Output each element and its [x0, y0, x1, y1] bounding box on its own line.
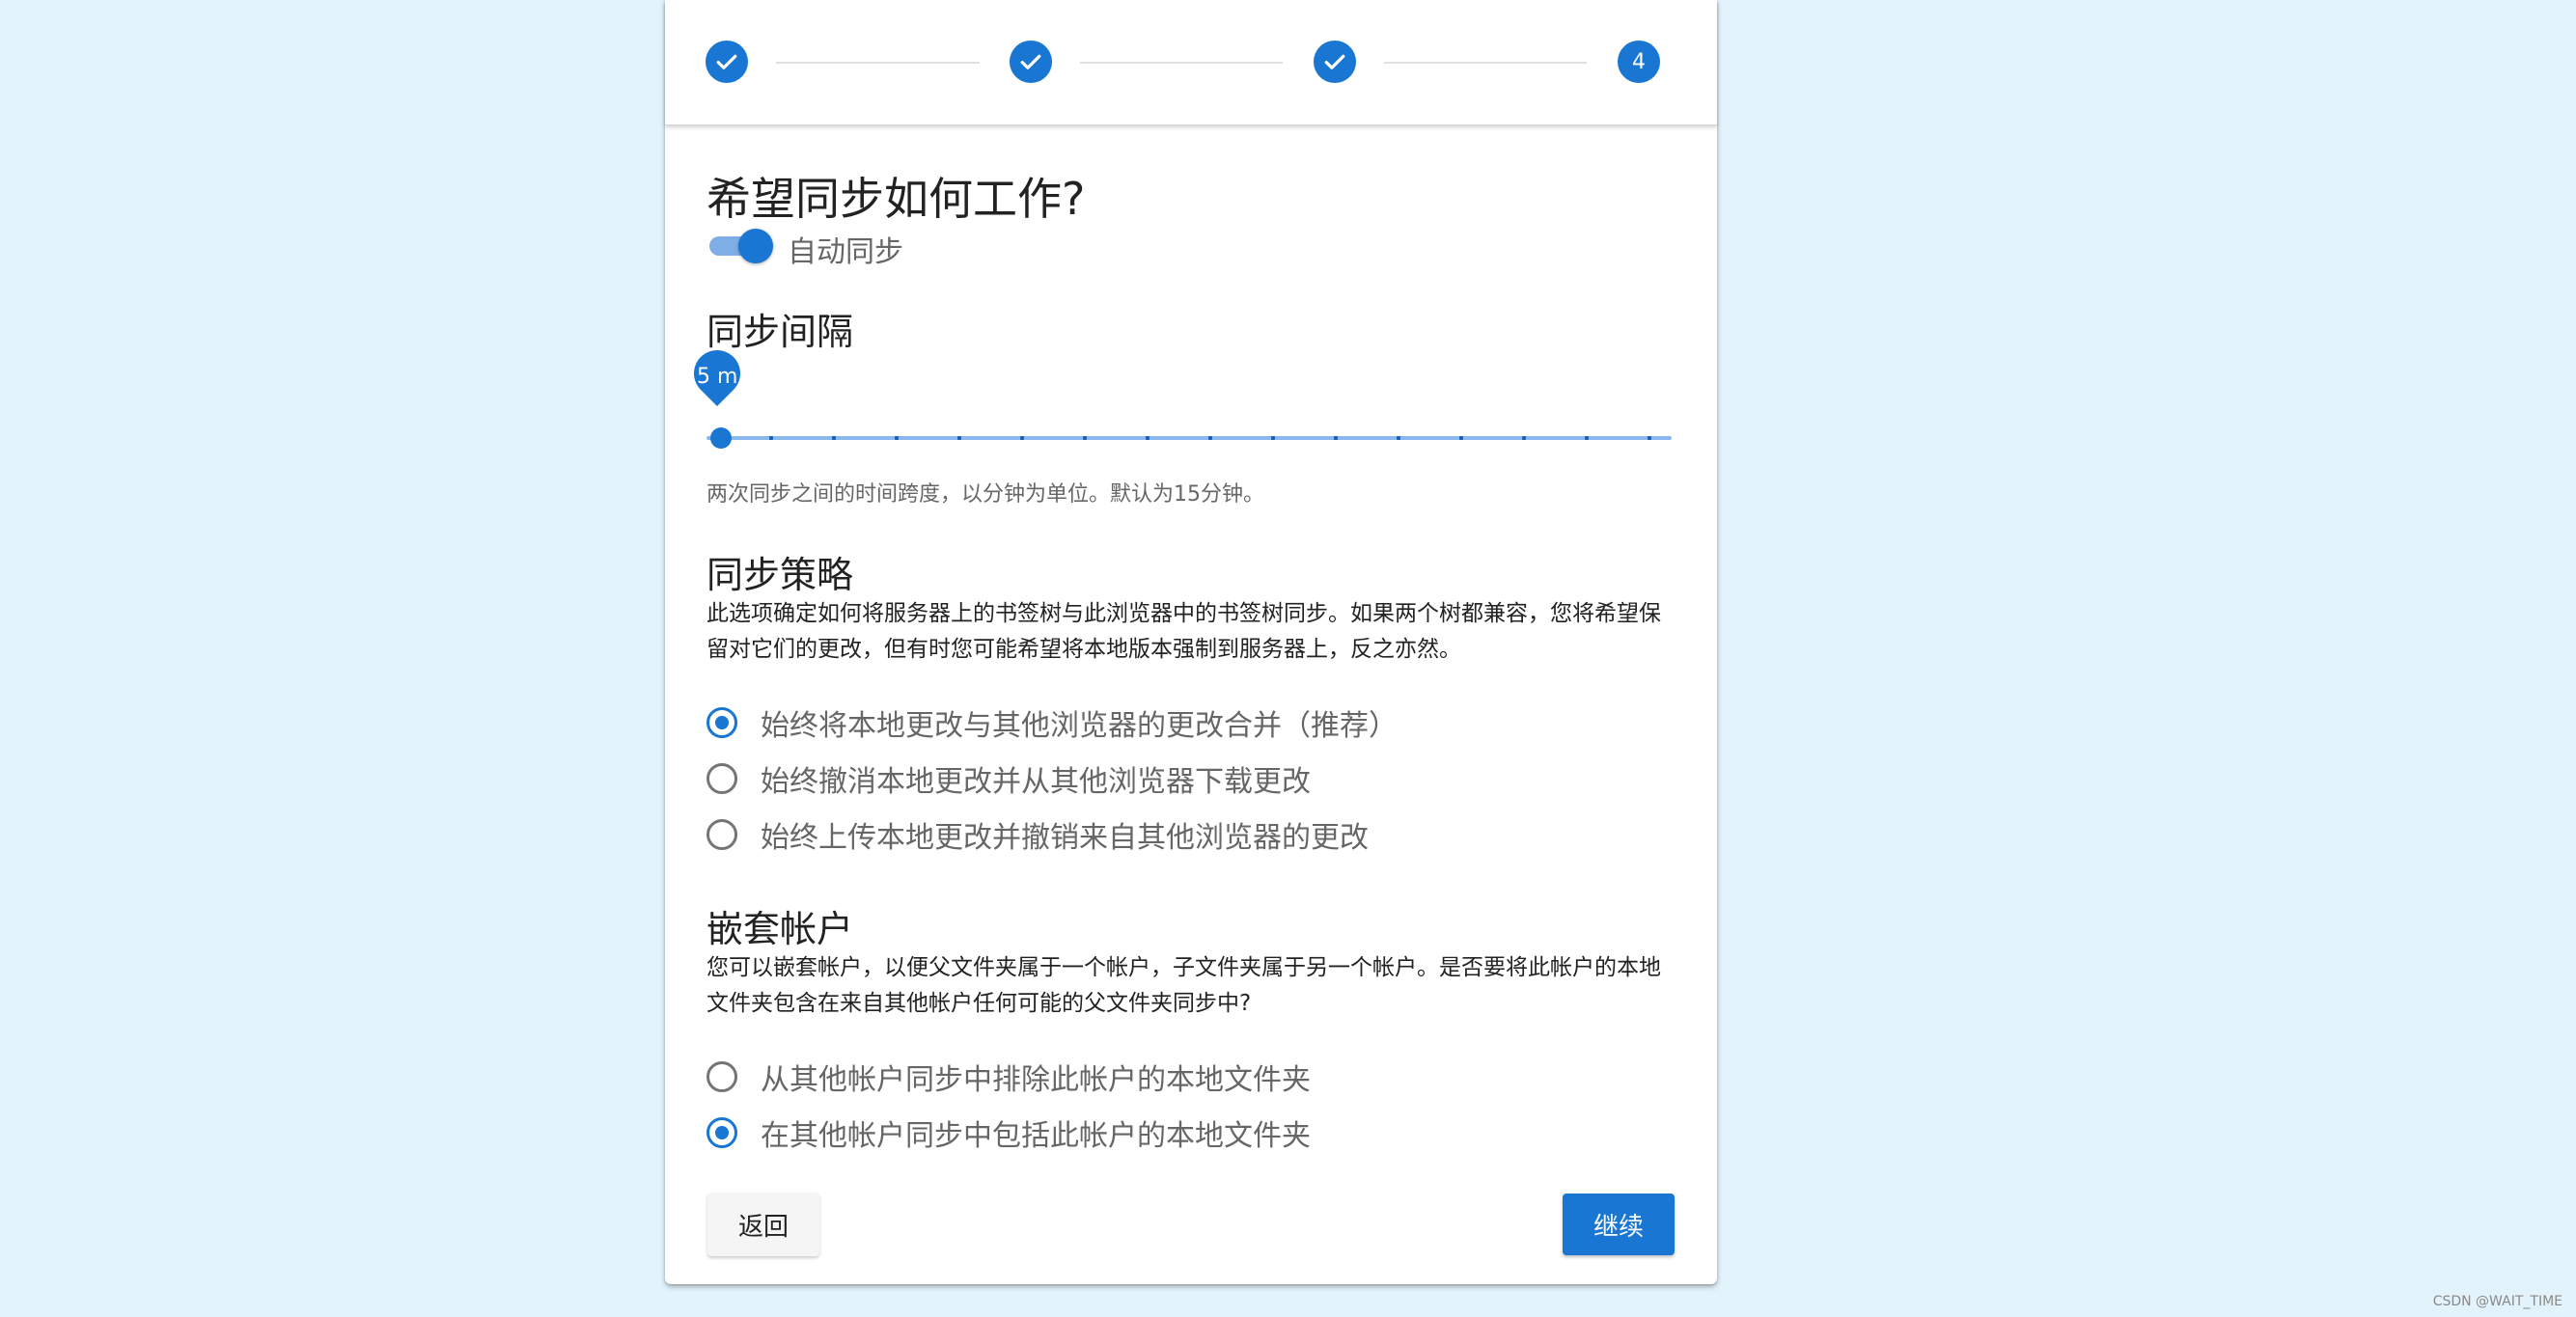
- continue-button[interactable]: 继续: [1563, 1194, 1675, 1255]
- step-4-active[interactable]: 4: [1618, 41, 1660, 83]
- step-connector: [1384, 62, 1587, 64]
- check-icon: [1324, 54, 1345, 69]
- interval-slider[interactable]: 5 m: [684, 341, 1672, 453]
- back-button[interactable]: 返回: [707, 1193, 819, 1256]
- slider-tick: [1020, 436, 1024, 440]
- slider-tick: [1648, 436, 1651, 440]
- strategy-description: 此选项确定如何将服务器上的书签树与此浏览器中的书签树同步。如果两个树都兼容，您将…: [706, 601, 1661, 662]
- slider-tick: [1146, 436, 1150, 440]
- slider-tick: [1585, 436, 1589, 440]
- nested-option-exclude[interactable]: 从其他帐户同步中排除此帐户的本地文件夹: [706, 1056, 1311, 1098]
- radio-label: 始终上传本地更改并撤销来自其他浏览器的更改: [761, 821, 1369, 855]
- nested-description: 您可以嵌套帐户，以便父文件夹属于一个帐户，子文件夹属于另一个帐户。是否要将此帐户…: [706, 955, 1661, 1016]
- step-connector: [1080, 62, 1283, 64]
- slider-tick: [895, 436, 899, 440]
- slider-tick: [1397, 436, 1400, 440]
- radio-label: 在其他帐户同步中包括此帐户的本地文件夹: [761, 1119, 1311, 1153]
- nested-option-include[interactable]: 在其他帐户同步中包括此帐户的本地文件夹: [706, 1111, 1311, 1154]
- step-1-completed[interactable]: [706, 41, 748, 83]
- slider-tick: [832, 436, 836, 440]
- radio-button[interactable]: [706, 707, 737, 738]
- nested-heading: 嵌套帐户: [706, 908, 854, 950]
- radio-button[interactable]: [706, 1061, 737, 1092]
- slider-tick: [1459, 436, 1463, 440]
- toggle-thumb[interactable]: [738, 229, 773, 263]
- strategy-heading: 同步策略: [706, 554, 854, 596]
- slider-tick: [769, 436, 773, 440]
- slider-tick: [1271, 436, 1275, 440]
- page-title: 希望同步如何工作?: [706, 173, 1086, 225]
- step-number: 4: [1632, 49, 1646, 74]
- stepper: 4: [665, 0, 1717, 125]
- wizard-card: 4 希望同步如何工作? 自动同步 同步间隔 5 m 两次同步之间的时间跨度，以分…: [665, 0, 1717, 1284]
- radio-label: 从其他帐户同步中排除此帐户的本地文件夹: [761, 1063, 1311, 1097]
- radio-button[interactable]: [706, 1117, 737, 1148]
- radio-button[interactable]: [706, 819, 737, 850]
- slider-tick: [1208, 436, 1212, 440]
- watermark: CSDN @WAIT_TIME: [2432, 1294, 2562, 1309]
- auto-sync-label: 自动同步: [788, 235, 903, 269]
- slider-rail[interactable]: [706, 436, 1672, 440]
- slider-tick: [1083, 436, 1087, 440]
- step-connector: [776, 62, 980, 64]
- strategy-option-merge[interactable]: 始终将本地更改与其他浏览器的更改合并（推荐）: [706, 701, 1398, 744]
- slider-thumb[interactable]: [710, 427, 732, 449]
- check-icon: [716, 54, 737, 69]
- strategy-option-upload[interactable]: 始终上传本地更改并撤销来自其他浏览器的更改: [706, 813, 1369, 856]
- slider-tick: [1522, 436, 1526, 440]
- check-icon: [1020, 54, 1041, 69]
- radio-label: 始终撤消本地更改并从其他浏览器下载更改: [761, 765, 1311, 799]
- radio-label: 始终将本地更改与其他浏览器的更改合并（推荐）: [761, 709, 1398, 743]
- slider-tick: [1334, 436, 1338, 440]
- step-2-completed[interactable]: [1010, 41, 1052, 83]
- auto-sync-toggle[interactable]: [709, 229, 773, 263]
- step-3-completed[interactable]: [1314, 41, 1356, 83]
- radio-button[interactable]: [706, 763, 737, 794]
- slider-tick: [957, 436, 961, 440]
- interval-hint: 两次同步之间的时间跨度，以分钟为单位。默认为15分钟。: [706, 482, 1264, 507]
- slider-value-label: 5 m: [697, 365, 737, 389]
- strategy-option-download[interactable]: 始终撤消本地更改并从其他浏览器下载更改: [706, 757, 1311, 800]
